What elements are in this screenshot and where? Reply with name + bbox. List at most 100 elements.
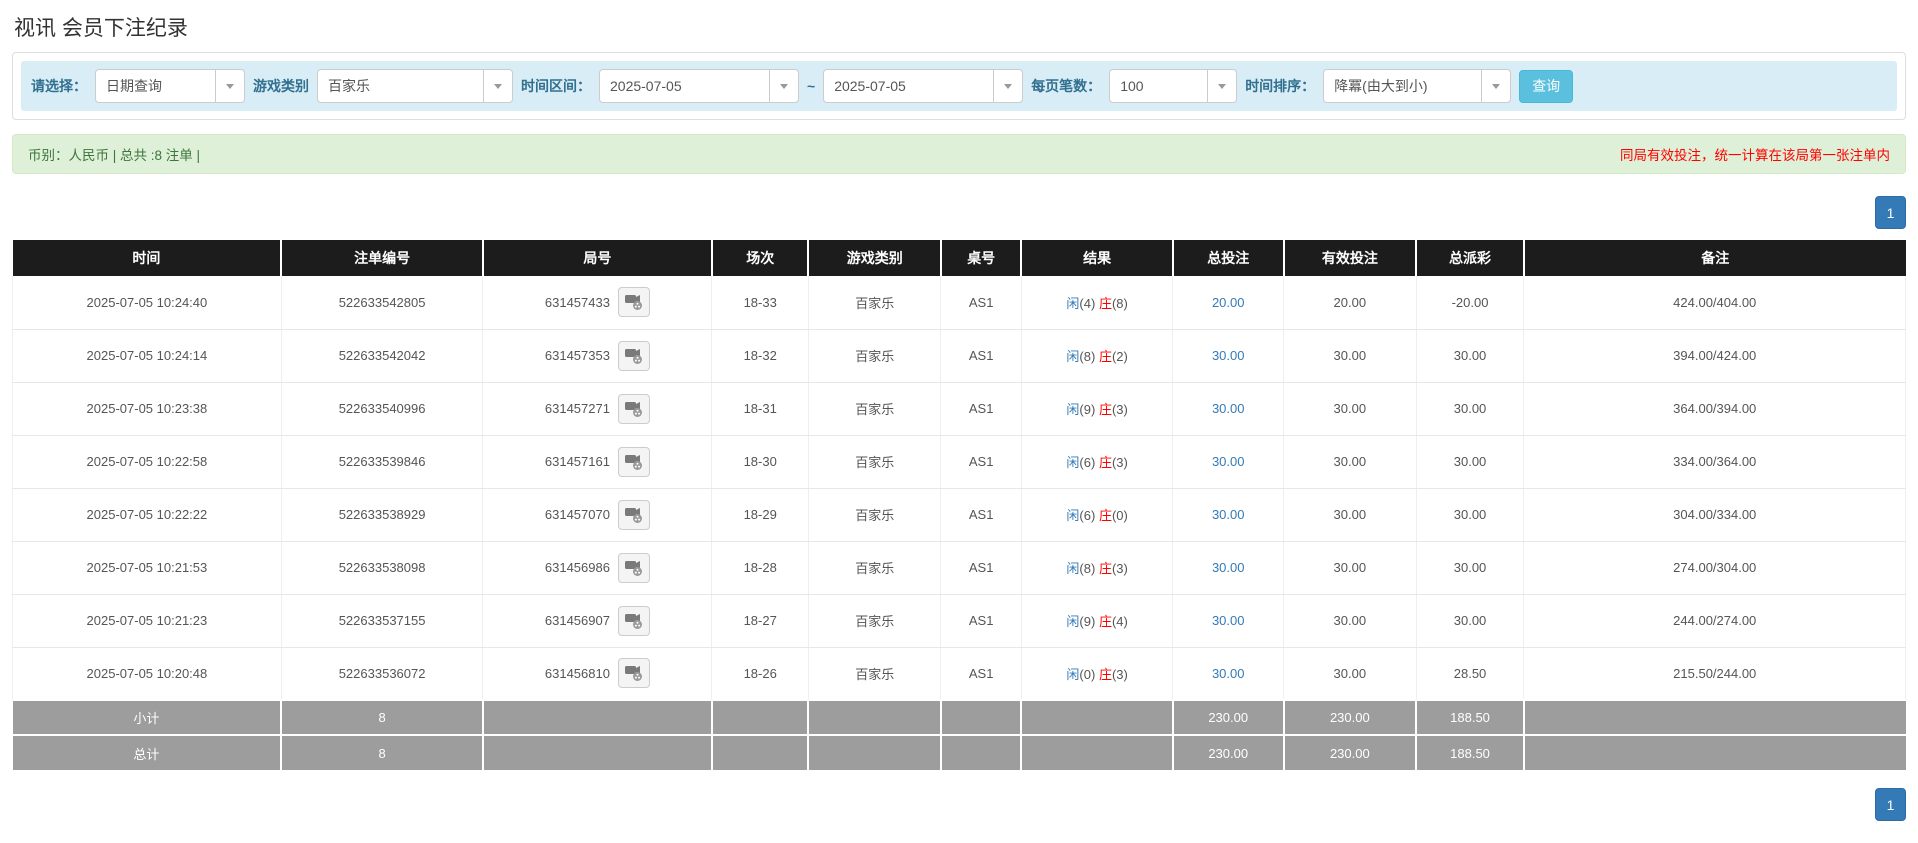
banker-result-points: (2) (1111, 349, 1128, 364)
table-no-cell: AS1 (940, 541, 1022, 595)
bet-id-cell: 522633542805 (281, 276, 484, 330)
total-bet-link[interactable]: 30.00 (1212, 454, 1245, 469)
session-cell: 18-33 (711, 276, 809, 330)
banker-result-points: (3) (1111, 455, 1128, 470)
subtotal-valid-bet: 230.00 (1283, 699, 1418, 735)
banker-result-label: 庄 (1098, 455, 1112, 470)
page-1-button[interactable]: 1 (1875, 788, 1906, 821)
player-result-label: 闲 (1066, 666, 1080, 682)
bet-id-cell: 522633539846 (281, 435, 484, 489)
time-range-label: 时间区间： (521, 78, 591, 94)
page-size-select[interactable]: 100 (1109, 69, 1238, 103)
subtotal-total-bet: 230.00 (1172, 699, 1285, 735)
video-replay-button[interactable] (617, 499, 650, 530)
subtotal-label: 小计 (12, 699, 283, 735)
time-cell: 2025-07-05 10:21:53 (12, 541, 282, 595)
table-row: 2025-07-05 10:24:14 522633542042 6314573… (12, 329, 1906, 383)
chevron-down-icon (1481, 70, 1510, 102)
query-type-select[interactable]: 日期查询 (95, 69, 245, 103)
banker-result-points: (3) (1111, 561, 1128, 576)
video-replay-button[interactable] (617, 340, 650, 371)
banker-result-label: 庄 (1098, 561, 1112, 576)
time-sort-select[interactable]: 降冪(由大到小) (1323, 69, 1512, 103)
player-result-points: (6) (1079, 508, 1096, 523)
video-replay-button[interactable] (617, 287, 650, 318)
total-valid-bet: 230.00 (1283, 734, 1418, 770)
table-no-cell: AS1 (940, 488, 1022, 542)
total-bet-link[interactable]: 30.00 (1212, 401, 1245, 416)
time-cell: 2025-07-05 10:22:22 (12, 488, 282, 542)
video-replay-button[interactable] (617, 658, 650, 689)
session-cell: 18-29 (711, 488, 809, 542)
video-replay-button[interactable] (617, 446, 650, 477)
total-count: 8 (281, 734, 484, 770)
table-body: 2025-07-05 10:24:40 522633542805 6314574… (12, 276, 1906, 701)
round-id-cell: 631457161 (482, 435, 713, 489)
valid-bet-cell: 30.00 (1283, 594, 1417, 648)
total-bet-cell: 30.00 (1172, 382, 1285, 436)
total-bet-link[interactable]: 30.00 (1212, 507, 1245, 522)
header-result: 结果 (1021, 240, 1174, 276)
header-time: 时间 (12, 240, 283, 276)
banker-result-label: 庄 (1098, 295, 1112, 311)
player-result-label: 闲 (1066, 508, 1080, 523)
video-icon (624, 348, 642, 364)
round-id: 631456986 (544, 560, 610, 575)
game-category-cell: 百家乐 (808, 541, 942, 595)
header-game-category: 游戏类别 (808, 240, 942, 276)
round-id: 631457161 (544, 454, 610, 469)
session-cell: 18-30 (711, 435, 809, 489)
payout-cell: 30.00 (1416, 594, 1525, 648)
valid-bet-cell: 30.00 (1283, 382, 1417, 436)
search-button[interactable]: 查询 (1519, 69, 1574, 103)
total-bet-cell: 30.00 (1172, 647, 1285, 701)
page-size-value: 100 (1120, 78, 1144, 94)
session-cell: 18-28 (711, 541, 809, 595)
note-cell: 244.00/274.00 (1523, 594, 1906, 648)
total-bet-link[interactable]: 20.00 (1212, 295, 1245, 310)
result-cell: 闲(8) 庄(2) (1021, 329, 1174, 383)
result-cell: 闲(9) 庄(3) (1021, 382, 1174, 436)
note-cell: 364.00/394.00 (1523, 382, 1906, 436)
time-cell: 2025-07-05 10:21:23 (12, 594, 282, 648)
total-bet-link[interactable]: 30.00 (1212, 666, 1245, 681)
time-cell: 2025-07-05 10:24:40 (12, 276, 282, 330)
summary-bar: 币别：人民币 | 总共 :8 注单 | 同局有效投注，统一计算在该局第一张注单内 (12, 134, 1906, 174)
table-no-cell: AS1 (940, 382, 1022, 436)
player-result-points: (9) (1079, 402, 1096, 417)
total-bet-link[interactable]: 30.00 (1212, 613, 1245, 628)
video-replay-button[interactable] (617, 552, 650, 583)
player-result-label: 闲 (1066, 614, 1080, 629)
pagination-bottom: 1 (12, 788, 1906, 821)
note-cell: 215.50/244.00 (1523, 647, 1906, 701)
note-cell: 304.00/334.00 (1523, 488, 1906, 542)
time-cell: 2025-07-05 10:22:58 (12, 435, 282, 489)
total-bet-link[interactable]: 30.00 (1212, 348, 1245, 363)
date-to-select[interactable]: 2025-07-05 (823, 69, 1024, 103)
payout-cell: 30.00 (1416, 541, 1525, 595)
note-cell: 394.00/424.00 (1523, 329, 1906, 383)
header-payout: 总派彩 (1416, 240, 1525, 276)
video-icon (624, 401, 642, 417)
page-1-button[interactable]: 1 (1875, 196, 1906, 229)
total-bet-link[interactable]: 30.00 (1212, 560, 1245, 575)
video-replay-button[interactable] (617, 605, 650, 636)
table-no-cell: AS1 (940, 594, 1022, 648)
result-cell: 闲(0) 庄(3) (1021, 647, 1174, 701)
date-from-select[interactable]: 2025-07-05 (599, 69, 799, 103)
game-category-select[interactable]: 百家乐 (317, 69, 513, 103)
result-cell: 闲(4) 庄(8) (1021, 276, 1174, 330)
table-no-cell: AS1 (940, 647, 1022, 701)
game-category-cell: 百家乐 (808, 382, 942, 436)
valid-bet-cell: 30.00 (1283, 647, 1417, 701)
total-bet-cell: 30.00 (1172, 435, 1285, 489)
player-result-points: (9) (1079, 614, 1096, 629)
video-replay-button[interactable] (617, 393, 650, 424)
table-row: 2025-07-05 10:20:48 522633536072 6314568… (12, 647, 1906, 701)
game-category-cell: 百家乐 (808, 488, 942, 542)
banker-result-points: (0) (1111, 508, 1128, 523)
game-category-cell: 百家乐 (808, 329, 942, 383)
game-category-label: 游戏类别 (253, 78, 309, 94)
round-id-cell: 631456810 (482, 647, 713, 701)
player-result-points: (8) (1079, 561, 1096, 576)
